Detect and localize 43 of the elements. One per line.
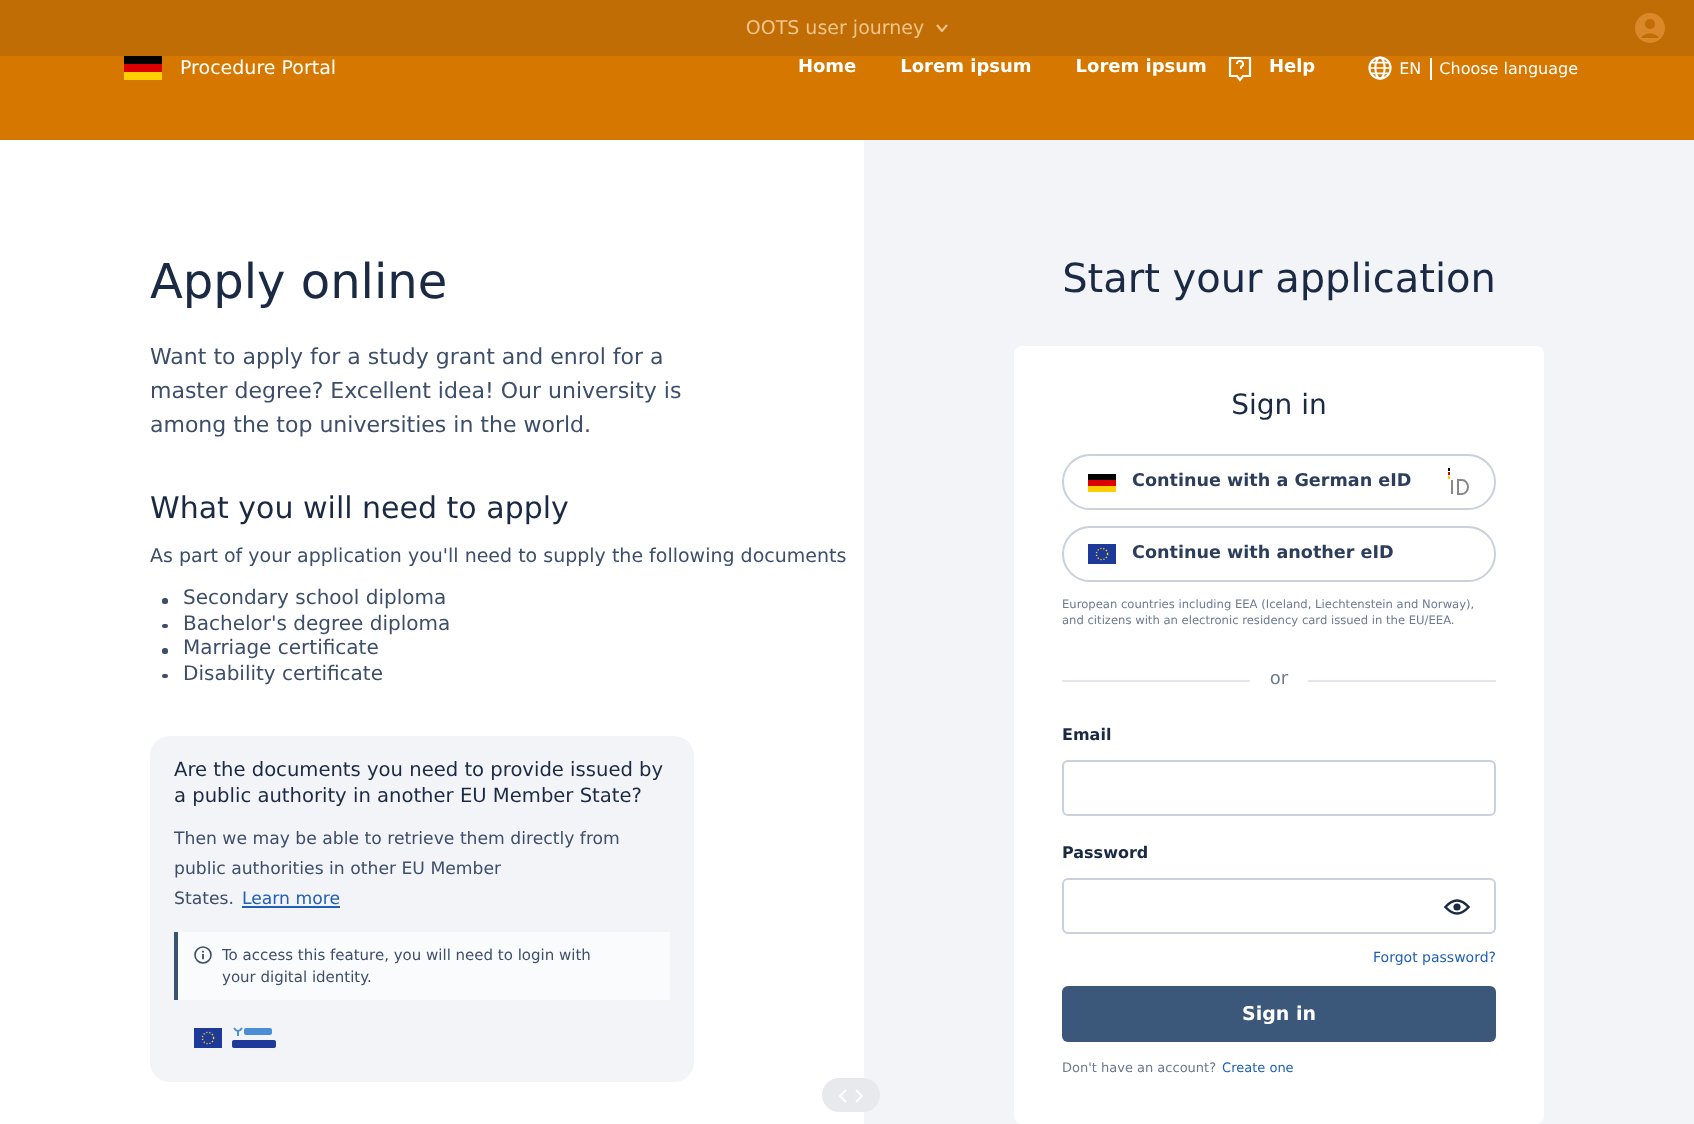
info-icon <box>194 946 212 964</box>
eu-flag-icon <box>194 1028 222 1048</box>
bullet-icon <box>162 648 167 653</box>
eid-button[interactable]: Continue with a German eID <box>1062 454 1496 510</box>
portal-name[interactable]: Procedure Portal <box>180 57 337 79</box>
sign-in-title: Sign in <box>1229 390 1329 422</box>
intro-paragraph: Want to apply for a study grant and enrol for a master degree? Excellent idea! Our university is among the top universities in the world. <box>150 342 684 442</box>
section-text: As part of your application you'll need to supply the following documents <box>150 546 849 568</box>
bullet-icon <box>162 623 167 628</box>
bullet-icon <box>162 673 167 678</box>
avatar-icon[interactable] <box>1634 12 1666 44</box>
eid-button[interactable]: Continue with another eID <box>1062 526 1496 582</box>
caret-icon[interactable] <box>936 24 949 32</box>
eye-icon[interactable] <box>1444 897 1470 915</box>
language-code[interactable]: EN <box>1399 59 1422 77</box>
help-icon[interactable] <box>1228 55 1253 81</box>
help-link[interactable]: Help <box>1268 58 1316 78</box>
globe-icon[interactable] <box>1367 56 1392 80</box>
nav-link[interactable]: Lorem ipsum <box>1075 58 1207 78</box>
document-item: Marriage certificate <box>183 638 379 663</box>
password-label: Password <box>1062 844 1151 862</box>
password-field[interactable] <box>1062 878 1496 934</box>
eu-flag-icon <box>1088 544 1116 564</box>
page-title: Apply online <box>150 254 450 310</box>
document-item: Bachelor's degree diploma <box>183 613 451 638</box>
german-flag-icon <box>1088 473 1116 491</box>
document-item: Disability certificate <box>183 663 383 688</box>
german-flag-icon <box>124 56 162 80</box>
card-question: Are the documents you need to provide issued by a public authority in another EU Member State? <box>174 758 666 810</box>
sign-in-button[interactable]: Sign in <box>1062 986 1496 1042</box>
section-heading: What you will need to apply <box>150 490 571 526</box>
card-text: Then we may be able to retrieve them directly from public authorities in other EU Member States. Learn more <box>174 828 622 914</box>
learn-more-link[interactable]: Learn more <box>241 890 340 910</box>
choose-language-link[interactable]: Choose language <box>1439 59 1578 77</box>
nav-link[interactable]: Home <box>797 58 857 78</box>
nav-link[interactable]: Lorem ipsum <box>900 58 1032 78</box>
document-item: Secondary school diploma <box>183 588 447 613</box>
journey-title[interactable]: OOTS user journey <box>745 17 925 39</box>
application-title: Start your application <box>1062 254 1496 302</box>
bullet-icon <box>162 598 167 603</box>
email-label: Email <box>1062 726 1114 744</box>
or-separator: or <box>1269 670 1289 690</box>
email-field[interactable] <box>1062 760 1496 816</box>
